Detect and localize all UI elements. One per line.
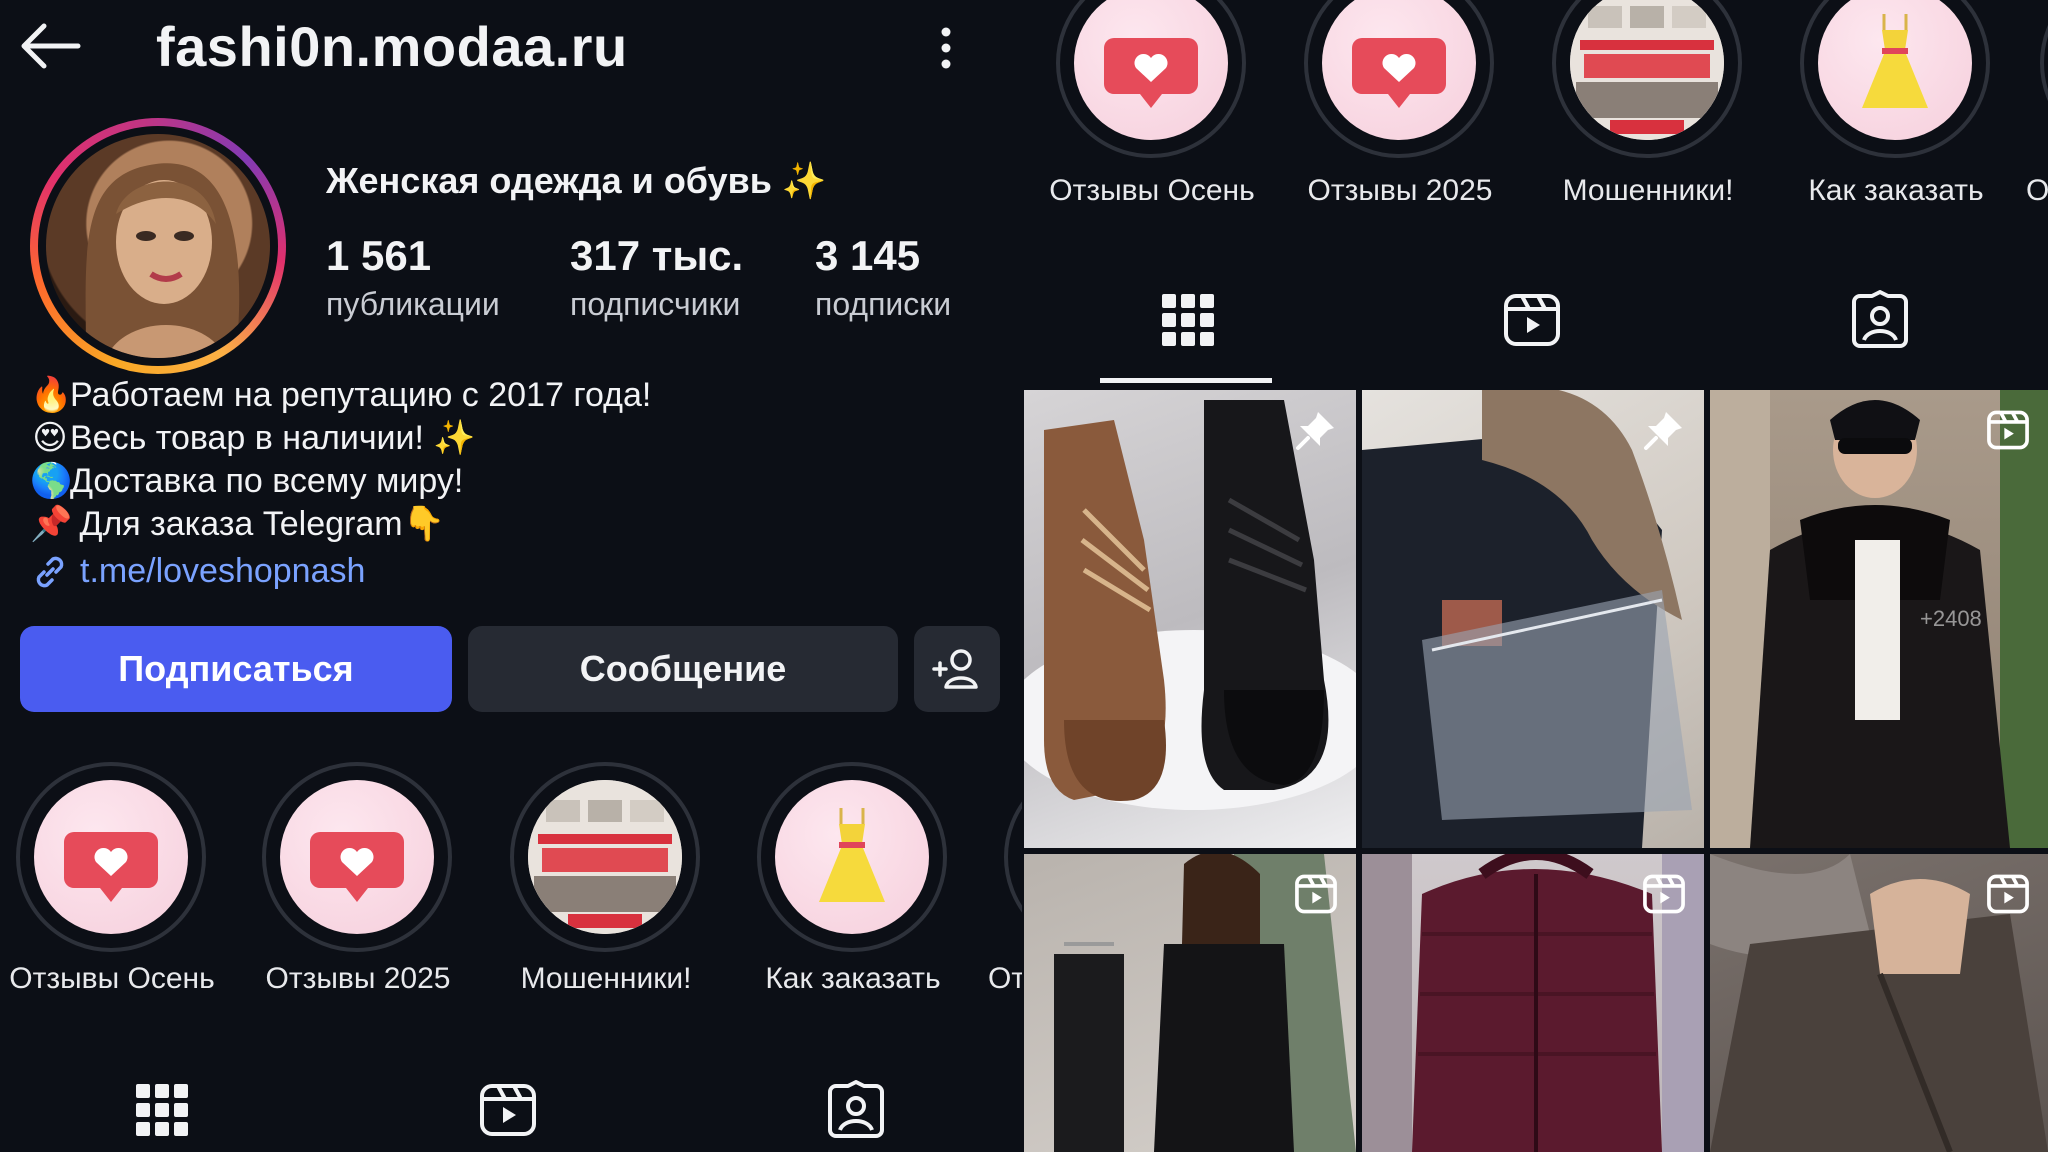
back-arrow-icon[interactable] <box>18 20 82 72</box>
suggested-people-button[interactable] <box>914 626 1000 712</box>
reels-icon[interactable] <box>1502 290 1562 350</box>
tagged-icon[interactable] <box>1850 290 1910 350</box>
highlight-label: От <box>2026 174 2048 207</box>
highlight-label: Отзывы 2025 <box>265 962 451 995</box>
story-ring[interactable] <box>30 118 286 374</box>
highlight-label: Отзывы Осень <box>1049 174 1255 207</box>
posts-count[interactable]: 1 561 публикации <box>326 232 500 323</box>
highlight-label: Отзывы 2025 <box>1307 174 1493 207</box>
grid-icon[interactable] <box>1158 290 1218 350</box>
tagged-icon[interactable] <box>826 1080 886 1140</box>
highlight-label: Мошенники! <box>520 962 692 995</box>
reels-icon <box>1643 874 1685 914</box>
bio-line: 📌 Для заказа Telegram👇 <box>30 505 445 543</box>
bio-line: 😍Весь товар в наличии! ✨ <box>32 419 476 457</box>
display-name: Женская одежда и обувь ✨ <box>326 160 827 201</box>
posts-grid: +2408 <box>1024 390 2048 1152</box>
black-coat-photo <box>1710 390 2048 848</box>
post-tile[interactable] <box>1024 390 1356 848</box>
reels-icon <box>1987 410 2029 450</box>
link-icon <box>36 556 64 587</box>
bio-link[interactable]: t.me/loveshopnash <box>30 550 651 593</box>
follow-button[interactable]: Подписаться <box>20 626 452 712</box>
avatar[interactable] <box>46 134 270 358</box>
heart-bubble-icon <box>1352 38 1446 108</box>
dress-icon <box>1862 14 1928 108</box>
watermark-text: +2408 <box>1920 606 1982 631</box>
message-button[interactable]: Сообщение <box>468 626 898 712</box>
post-tile[interactable] <box>1362 854 1704 1152</box>
highlight-label: Мошенники! <box>1562 174 1734 207</box>
more-options-icon[interactable] <box>930 22 962 74</box>
post-tile[interactable] <box>1710 854 2048 1152</box>
reels-icon[interactable] <box>478 1080 538 1140</box>
reels-icon <box>1987 874 2029 914</box>
bio-line: 🔥Работаем на репутацию с 2017 года! <box>30 376 652 414</box>
fur-jacket-photo <box>1362 390 1692 848</box>
followers-count[interactable]: 317 тыс. подписчики <box>570 232 743 323</box>
profile-username: fashi0n.modaa.ru <box>156 15 628 78</box>
following-count[interactable]: 3 145 подписки <box>815 232 951 323</box>
pin-icon <box>1644 412 1682 450</box>
profile-screen-left: fashi0n.modaa.ru Женская одежда и обувь … <box>0 0 1022 1152</box>
post-tile[interactable] <box>1024 854 1356 1152</box>
collage-thumbnail <box>528 780 682 934</box>
heart-bubble-icon <box>1104 38 1198 108</box>
collage-thumbnail <box>1570 0 1724 140</box>
dress-icon <box>819 808 885 902</box>
heart-bubble-icon <box>310 832 404 902</box>
highlight-label: От <box>988 962 1022 995</box>
highlight-label: Как заказать <box>1808 174 1984 207</box>
grid-icon[interactable] <box>132 1080 192 1140</box>
pin-icon <box>1296 412 1334 450</box>
add-person-icon <box>932 649 978 689</box>
boots-photo <box>1024 400 1356 810</box>
reels-icon <box>1295 874 1337 914</box>
post-tile[interactable] <box>1362 390 1704 848</box>
active-tab-indicator <box>1100 378 1272 383</box>
highlight-label: Отзывы Осень <box>9 962 215 995</box>
heart-bubble-icon <box>64 832 158 902</box>
highlight-label: Как заказать <box>765 962 941 995</box>
bio-line: 🌎Доставка по всему миру! <box>30 462 464 500</box>
bio: 🔥Работаем на репутацию с 2017 года! 😍Вес… <box>30 374 651 593</box>
post-tile[interactable]: +2408 <box>1710 390 2048 848</box>
